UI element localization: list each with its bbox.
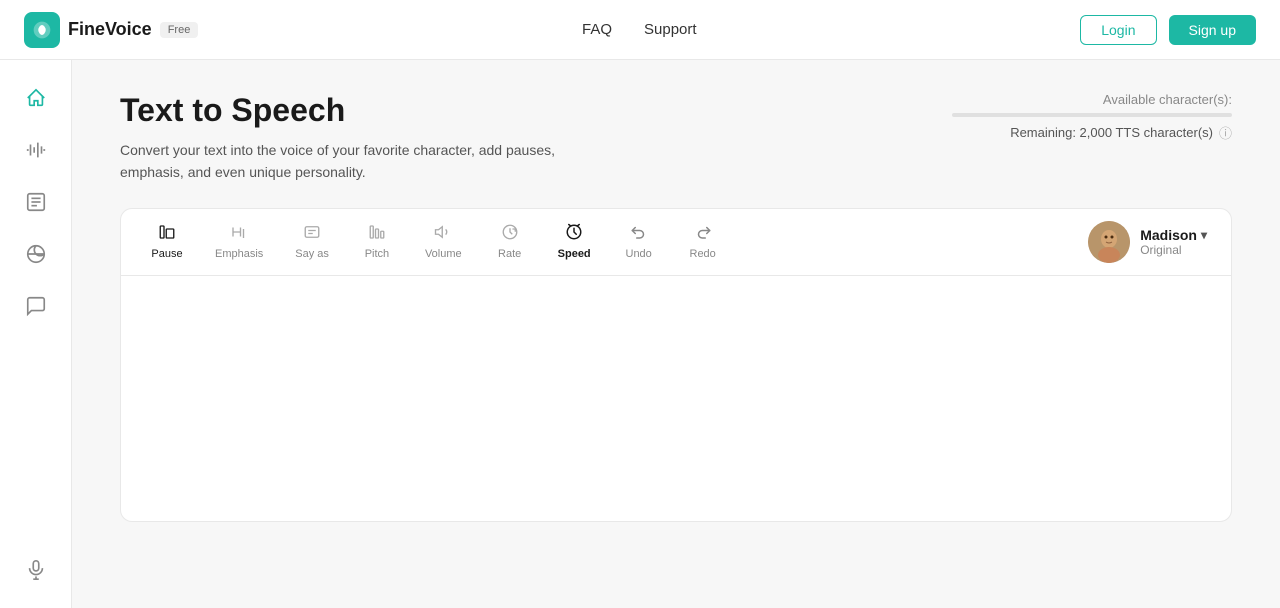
voice-selector[interactable]: Madison ▾ Original xyxy=(1080,217,1215,267)
voice-info: Madison ▾ Original xyxy=(1140,227,1207,257)
sidebar-item-mic[interactable] xyxy=(14,548,58,592)
page-description: Convert your text into the voice of your… xyxy=(120,139,620,184)
tool-speed[interactable]: Speed xyxy=(544,217,605,266)
tool-rate-label: Rate xyxy=(498,248,521,260)
sidebar xyxy=(0,60,72,608)
sidebar-item-link[interactable] xyxy=(14,232,58,276)
tool-volume-label: Volume xyxy=(425,248,462,260)
tool-emphasis-label: Emphasis xyxy=(215,248,263,260)
header: FineVoice Free FAQ Support Login Sign up xyxy=(0,0,1280,60)
signup-button[interactable]: Sign up xyxy=(1169,15,1256,45)
login-button[interactable]: Login xyxy=(1080,15,1156,45)
tool-say-as[interactable]: Say as xyxy=(281,217,343,266)
page-title: Text to Speech xyxy=(120,92,620,129)
nav-support[interactable]: Support xyxy=(644,21,697,38)
chars-label: Available character(s): xyxy=(952,92,1232,107)
editor-card: Pause Emphasis xyxy=(120,208,1232,522)
text-area xyxy=(121,276,1231,521)
speed-icon xyxy=(565,223,583,244)
say-as-icon xyxy=(303,223,321,244)
sidebar-item-waveform[interactable] xyxy=(14,128,58,172)
tool-redo[interactable]: Redo xyxy=(673,217,733,266)
tool-redo-label: Redo xyxy=(690,248,716,260)
pitch-icon xyxy=(368,223,386,244)
voice-type: Original xyxy=(1140,243,1207,257)
sidebar-item-home[interactable] xyxy=(14,76,58,120)
tool-volume[interactable]: Volume xyxy=(411,217,476,266)
tool-undo[interactable]: Undo xyxy=(609,217,669,266)
header-actions: Login Sign up xyxy=(1080,15,1256,45)
undo-icon xyxy=(630,223,648,244)
tool-undo-label: Undo xyxy=(626,248,652,260)
main-content: Text to Speech Convert your text into th… xyxy=(72,60,1280,608)
tool-rate[interactable]: Rate xyxy=(480,217,540,266)
tool-pitch-label: Pitch xyxy=(365,248,389,260)
tool-pause-label: Pause xyxy=(151,248,182,260)
tool-pitch[interactable]: Pitch xyxy=(347,217,407,266)
sidebar-item-list[interactable] xyxy=(14,180,58,224)
logo-text: FineVoice xyxy=(68,19,152,40)
header-nav: FAQ Support xyxy=(582,21,697,38)
layout: Text to Speech Convert your text into th… xyxy=(0,60,1280,608)
nav-faq[interactable]: FAQ xyxy=(582,21,612,38)
redo-icon xyxy=(694,223,712,244)
text-input[interactable] xyxy=(145,296,1207,496)
emphasis-icon xyxy=(230,223,248,244)
logo-icon xyxy=(24,12,60,48)
sidebar-item-chat[interactable] xyxy=(14,284,58,328)
tool-speed-label: Speed xyxy=(558,248,591,260)
voice-avatar xyxy=(1088,221,1130,263)
chars-info: Available character(s): Remaining: 2,000… xyxy=(952,92,1232,142)
info-icon[interactable]: ⓘ xyxy=(1219,123,1232,142)
logo-area: FineVoice Free xyxy=(24,12,198,48)
volume-icon xyxy=(434,223,452,244)
chevron-down-icon: ▾ xyxy=(1201,228,1207,242)
free-badge: Free xyxy=(160,22,199,38)
tool-emphasis[interactable]: Emphasis xyxy=(201,217,277,266)
toolbar: Pause Emphasis xyxy=(121,209,1231,276)
rate-icon xyxy=(501,223,519,244)
pause-icon xyxy=(158,223,176,244)
chars-remaining: Remaining: 2,000 TTS character(s) ⓘ xyxy=(952,123,1232,142)
tool-say-as-label: Say as xyxy=(295,248,329,260)
tool-pause[interactable]: Pause xyxy=(137,217,197,266)
voice-name: Madison ▾ xyxy=(1140,227,1207,243)
chars-bar xyxy=(952,113,1232,117)
